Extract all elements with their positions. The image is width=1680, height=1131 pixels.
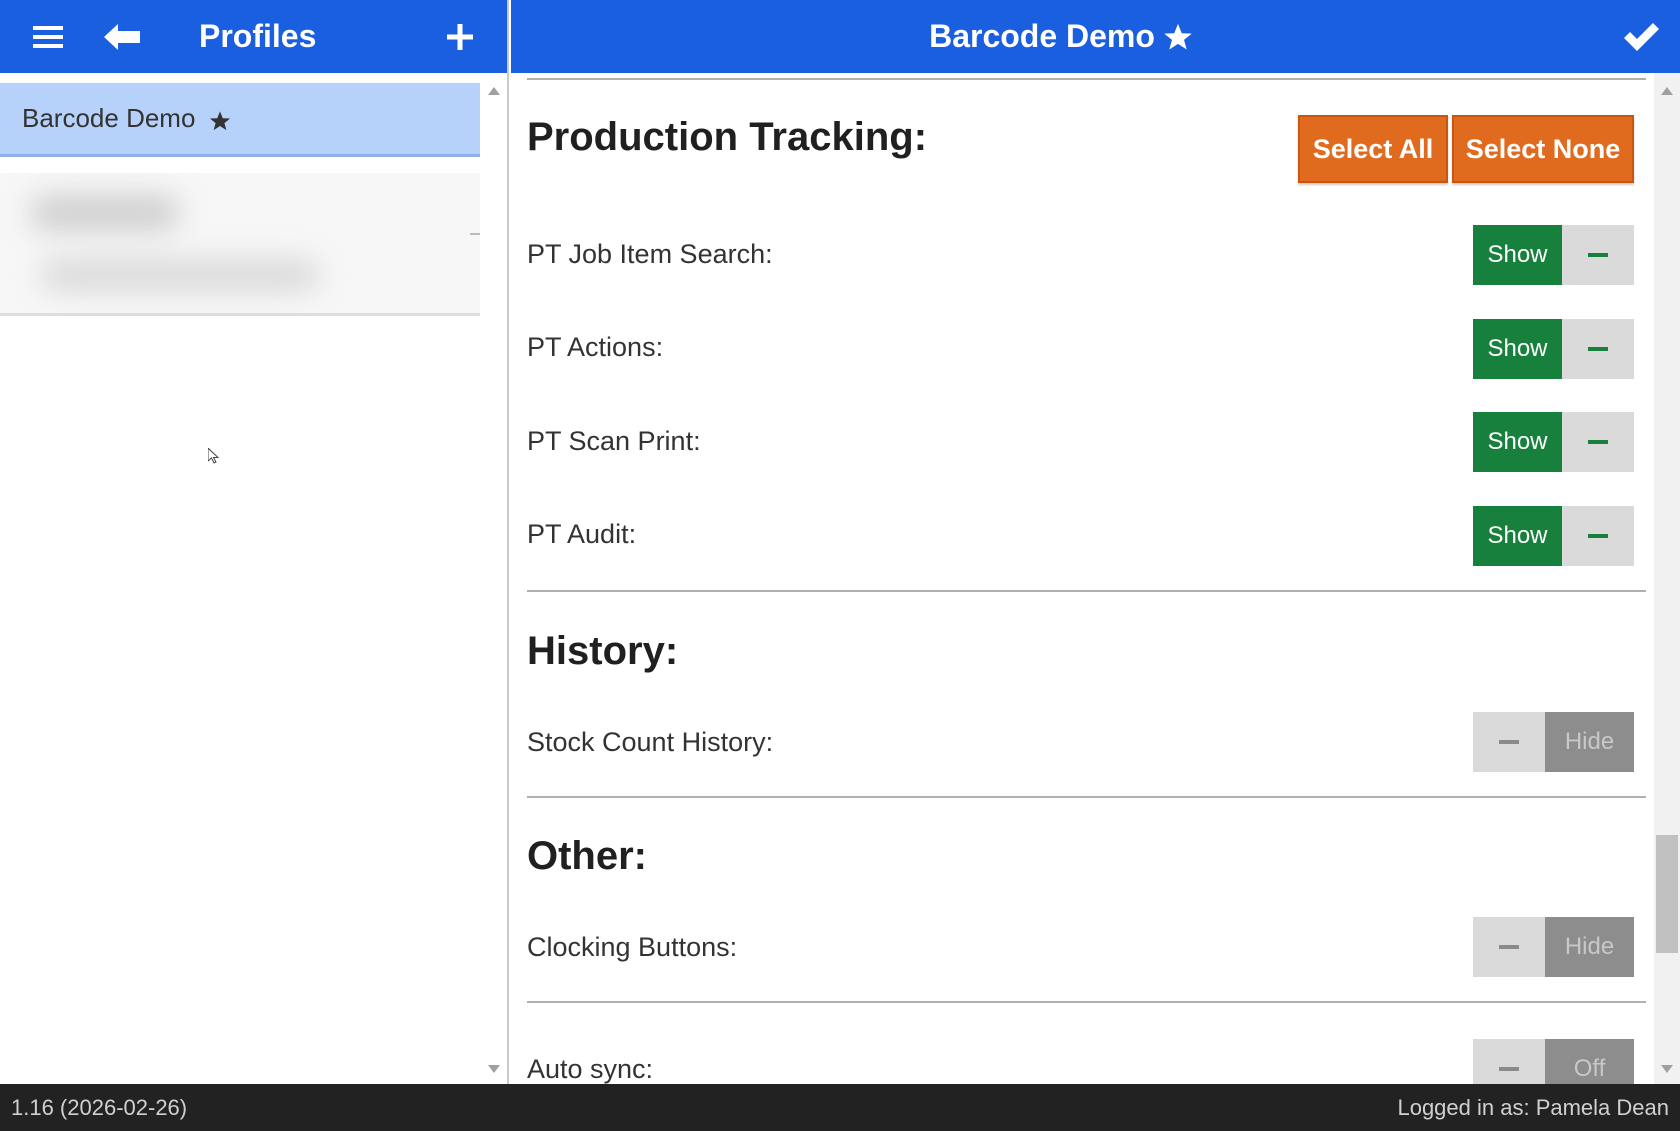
toggle-on-segment[interactable]: [1473, 712, 1545, 772]
scroll-up-arrow-icon[interactable]: [488, 87, 500, 95]
section-heading-history: History:: [527, 629, 679, 673]
profile-settings-content: Production Tracking: Select All Select N…: [511, 73, 1654, 1084]
minus-icon: [1499, 1067, 1519, 1071]
profiles-title: Profiles: [199, 18, 317, 54]
status-footer: 1.16 (2026-02-26) Logged in as: Pamela D…: [0, 1084, 1680, 1131]
toggle-off-state-segment[interactable]: Off: [1545, 1039, 1634, 1084]
toggle-show-segment[interactable]: Show: [1473, 319, 1562, 379]
toggle-on-segment[interactable]: [1473, 917, 1545, 977]
profile-detail-title: Barcode Demo: [929, 18, 1155, 54]
checkmark-icon[interactable]: [1611, 0, 1671, 73]
setting-label: Auto sync:: [527, 1054, 654, 1084]
toggle-off-segment[interactable]: [1562, 319, 1634, 379]
toggle-show-segment[interactable]: Show: [1473, 412, 1562, 472]
minus-icon: [1588, 440, 1608, 444]
toggle-off-segment[interactable]: [1562, 225, 1634, 285]
auto-sync-toggle[interactable]: Off: [1473, 1039, 1634, 1084]
stock-count-history-toggle[interactable]: Hide: [1473, 712, 1634, 772]
setting-label: Clocking Buttons:: [527, 932, 738, 962]
logged-in-user: Logged in as: Pamela Dean: [1397, 1095, 1669, 1120]
pt-audit-toggle[interactable]: Show: [1473, 506, 1634, 566]
toggle-hide-segment[interactable]: Hide: [1545, 712, 1634, 772]
pt-job-item-search-toggle[interactable]: Show: [1473, 225, 1634, 285]
scroll-down-arrow-icon[interactable]: [1661, 1065, 1673, 1073]
setting-label: PT Actions:: [527, 332, 664, 362]
divider: [527, 78, 1646, 80]
toggle-on-segment[interactable]: [1473, 1039, 1545, 1084]
app-version: 1.16 (2026-02-26): [11, 1095, 188, 1120]
profile-item-blurred[interactable]: [0, 173, 480, 316]
divider: [527, 1001, 1646, 1003]
star-icon: [209, 108, 231, 130]
hamburger-menu-icon[interactable]: [20, 0, 76, 73]
pt-actions-toggle[interactable]: Show: [1473, 319, 1634, 379]
scroll-up-arrow-icon[interactable]: [1661, 87, 1673, 95]
toggle-off-segment[interactable]: [1562, 506, 1634, 566]
profiles-scrollbar[interactable]: [481, 73, 507, 1084]
select-none-button[interactable]: Select None: [1452, 115, 1634, 183]
arrow-left-icon[interactable]: [94, 0, 150, 73]
pt-scan-print-toggle[interactable]: Show: [1473, 412, 1634, 472]
toggle-off-segment[interactable]: [1562, 412, 1634, 472]
minus-icon: [1499, 945, 1519, 949]
minus-icon: [1499, 740, 1519, 744]
section-heading-other: Other:: [527, 834, 647, 878]
divider: [527, 590, 1646, 592]
plus-icon[interactable]: [432, 0, 488, 73]
setting-label: Stock Count History:: [527, 727, 774, 757]
toggle-show-segment[interactable]: Show: [1473, 225, 1562, 285]
setting-label: PT Audit:: [527, 519, 637, 549]
scroll-down-arrow-icon[interactable]: [488, 1065, 500, 1073]
toggle-show-segment[interactable]: Show: [1473, 506, 1562, 566]
setting-label: PT Scan Print:: [527, 426, 701, 456]
select-all-button[interactable]: Select All: [1298, 115, 1448, 183]
setting-label: PT Job Item Search:: [527, 239, 773, 269]
profile-item-selected[interactable]: Barcode Demo: [0, 83, 480, 157]
profile-list: Barcode Demo: [0, 73, 480, 1084]
section-heading-production-tracking: Production Tracking:: [527, 115, 928, 159]
star-icon: [1163, 22, 1193, 52]
profile-item-label: Barcode Demo: [22, 103, 196, 133]
divider: [527, 796, 1646, 798]
profiles-header: Profiles: [0, 0, 507, 73]
minus-icon: [1588, 534, 1608, 538]
profile-detail-header: Barcode Demo: [511, 0, 1680, 73]
scrollbar-thumb[interactable]: [1656, 835, 1678, 953]
minus-icon: [1588, 253, 1608, 257]
profiles-panel: Profiles Barcode Demo: [0, 0, 509, 1084]
toggle-hide-segment[interactable]: Hide: [1545, 917, 1634, 977]
clocking-buttons-toggle[interactable]: Hide: [1473, 917, 1634, 977]
settings-scrollbar[interactable]: [1654, 73, 1680, 1084]
minus-icon: [1588, 347, 1608, 351]
